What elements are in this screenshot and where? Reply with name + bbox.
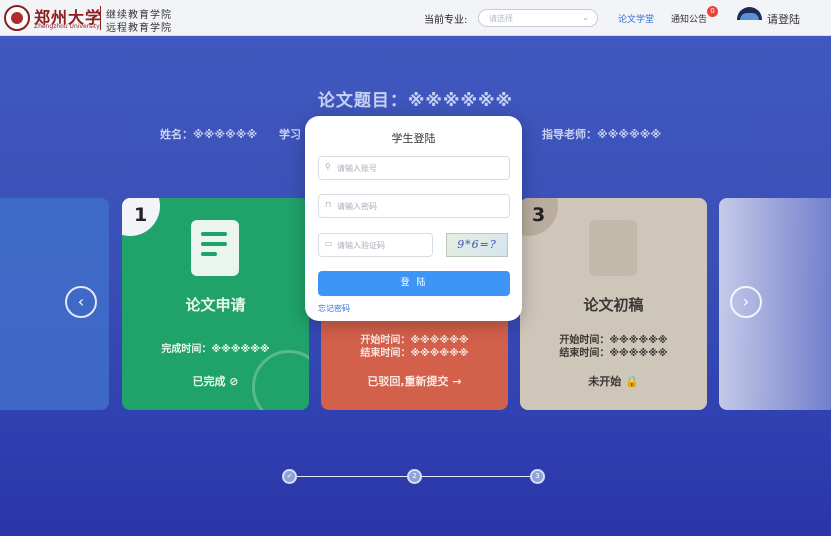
end-time: 结束时间：※※※※※※ bbox=[559, 348, 668, 359]
step-card-first-draft[interactable]: 3 论文初稿 开始时间：※※※※※※ 结束时间：※※※※※※ 未开始 🔒 bbox=[520, 198, 707, 410]
top-header: 郑州大学 Zhengzhou University 继续教育学院 远程教育学院 … bbox=[0, 0, 831, 36]
carousel-prev-button[interactable]: ‹ bbox=[65, 286, 97, 318]
notice-count-badge: 0 bbox=[707, 6, 718, 17]
login-button[interactable]: 登 陆 bbox=[318, 271, 510, 296]
chevron-down-icon: ⌄ bbox=[582, 13, 589, 22]
step-title: 论文申请 bbox=[185, 296, 246, 314]
forgot-password-link[interactable]: 忘记密码 bbox=[318, 303, 350, 314]
major-label: 当前专业: bbox=[424, 15, 468, 26]
logo-divider bbox=[100, 6, 101, 30]
step-number: 1 bbox=[134, 204, 148, 226]
college-name-2: 远程教育学院 bbox=[106, 23, 172, 34]
password-input[interactable] bbox=[337, 199, 487, 213]
account-field[interactable]: ⚲ bbox=[318, 156, 510, 180]
nav-paper-hall[interactable]: 论文学堂 bbox=[618, 12, 654, 25]
document-search-icon bbox=[191, 220, 239, 276]
carousel-next-button[interactable]: › bbox=[730, 286, 762, 318]
university-name-en: Zhengzhou University bbox=[34, 23, 100, 30]
lock-icon: ⊓ bbox=[325, 200, 332, 209]
completed-stamp-icon bbox=[252, 350, 309, 410]
login-modal: 学生登陆 ⚲ ⊓ ▭ 9*6=? 登 陆 忘记密码 bbox=[305, 116, 522, 321]
login-title: 学生登陆 bbox=[391, 132, 436, 145]
password-field[interactable]: ⊓ bbox=[318, 194, 510, 218]
student-name: 姓名：※※※※※※ bbox=[160, 128, 258, 141]
step-status[interactable]: 已驳回,重新提交 → bbox=[321, 373, 508, 389]
paper-title: 论文题目：※※※※※※ bbox=[317, 91, 514, 111]
step-number: 3 bbox=[532, 204, 546, 226]
step-status: 未开始 🔒 bbox=[588, 375, 639, 388]
progress-step-3[interactable]: 3 bbox=[530, 469, 545, 484]
captcha-image[interactable]: 9*6=? bbox=[446, 233, 508, 257]
step-title: 论文初稿 bbox=[583, 296, 644, 314]
progress-step-1[interactable]: ✓ bbox=[282, 469, 297, 484]
major-select[interactable]: 请选择 ⌄ bbox=[478, 9, 598, 27]
end-time: 结束时间：※※※※※※ bbox=[360, 348, 469, 359]
university-emblem-icon bbox=[4, 5, 30, 31]
step-card-application[interactable]: 1 论文申请 完成时间：※※※※※※ 已完成 ⊘ bbox=[122, 198, 309, 410]
major-select-placeholder: 请选择 bbox=[489, 14, 513, 23]
document-edit-icon bbox=[589, 220, 637, 276]
progress-line bbox=[415, 476, 538, 477]
captcha-input[interactable] bbox=[337, 238, 427, 252]
avatar[interactable] bbox=[737, 7, 762, 20]
advisor-name: 指导老师：※※※※※※ bbox=[542, 128, 662, 141]
progress-line bbox=[290, 476, 415, 477]
study-info: 学习 bbox=[279, 128, 301, 141]
account-input[interactable] bbox=[337, 161, 487, 175]
user-icon: ⚲ bbox=[325, 162, 331, 171]
header-login-link[interactable]: 请登陆 bbox=[767, 11, 800, 27]
nav-notice[interactable]: 通知公告 bbox=[671, 12, 707, 25]
progress-step-2[interactable]: 2 bbox=[407, 469, 422, 484]
captcha-field[interactable]: ▭ bbox=[318, 233, 433, 257]
message-icon: ▭ bbox=[325, 239, 333, 248]
